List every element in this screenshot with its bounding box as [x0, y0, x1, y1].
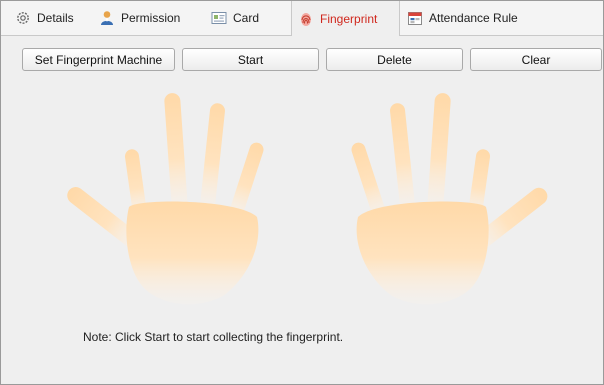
tab-bar: Details Permission Card Fingerprint Atte… — [1, 1, 603, 36]
tab-card-label: Card — [233, 11, 260, 25]
start-button[interactable]: Start — [182, 48, 319, 71]
fingerprint-window: Details Permission Card Fingerprint Atte… — [0, 0, 604, 385]
tab-attendance-rule[interactable]: Attendance Rule — [407, 1, 518, 35]
instruction-note: Note: Click Start to start collecting th… — [83, 330, 344, 344]
card-icon — [211, 10, 227, 26]
left-hand — [67, 93, 264, 305]
tab-permission-label: Permission — [121, 11, 181, 25]
delete-button[interactable]: Delete — [326, 48, 463, 71]
gear-icon — [15, 10, 31, 26]
tab-fingerprint[interactable]: Fingerprint — [291, 1, 400, 36]
user-icon — [99, 10, 115, 26]
tab-details-label: Details — [37, 11, 74, 25]
calendar-icon — [407, 10, 423, 26]
tab-details[interactable]: Details — [15, 1, 74, 35]
hands-illustration — [67, 93, 548, 305]
right-hand — [351, 93, 548, 305]
tab-card[interactable]: Card — [211, 1, 259, 35]
tab-attendance-rule-label: Attendance Rule — [429, 11, 518, 25]
fingerprint-icon — [298, 11, 314, 27]
tab-permission[interactable]: Permission — [99, 1, 180, 35]
clear-button[interactable]: Clear — [470, 48, 602, 71]
set-fingerprint-machine-button[interactable]: Set Fingerprint Machine — [22, 48, 175, 71]
tab-fingerprint-label: Fingerprint — [320, 11, 378, 26]
